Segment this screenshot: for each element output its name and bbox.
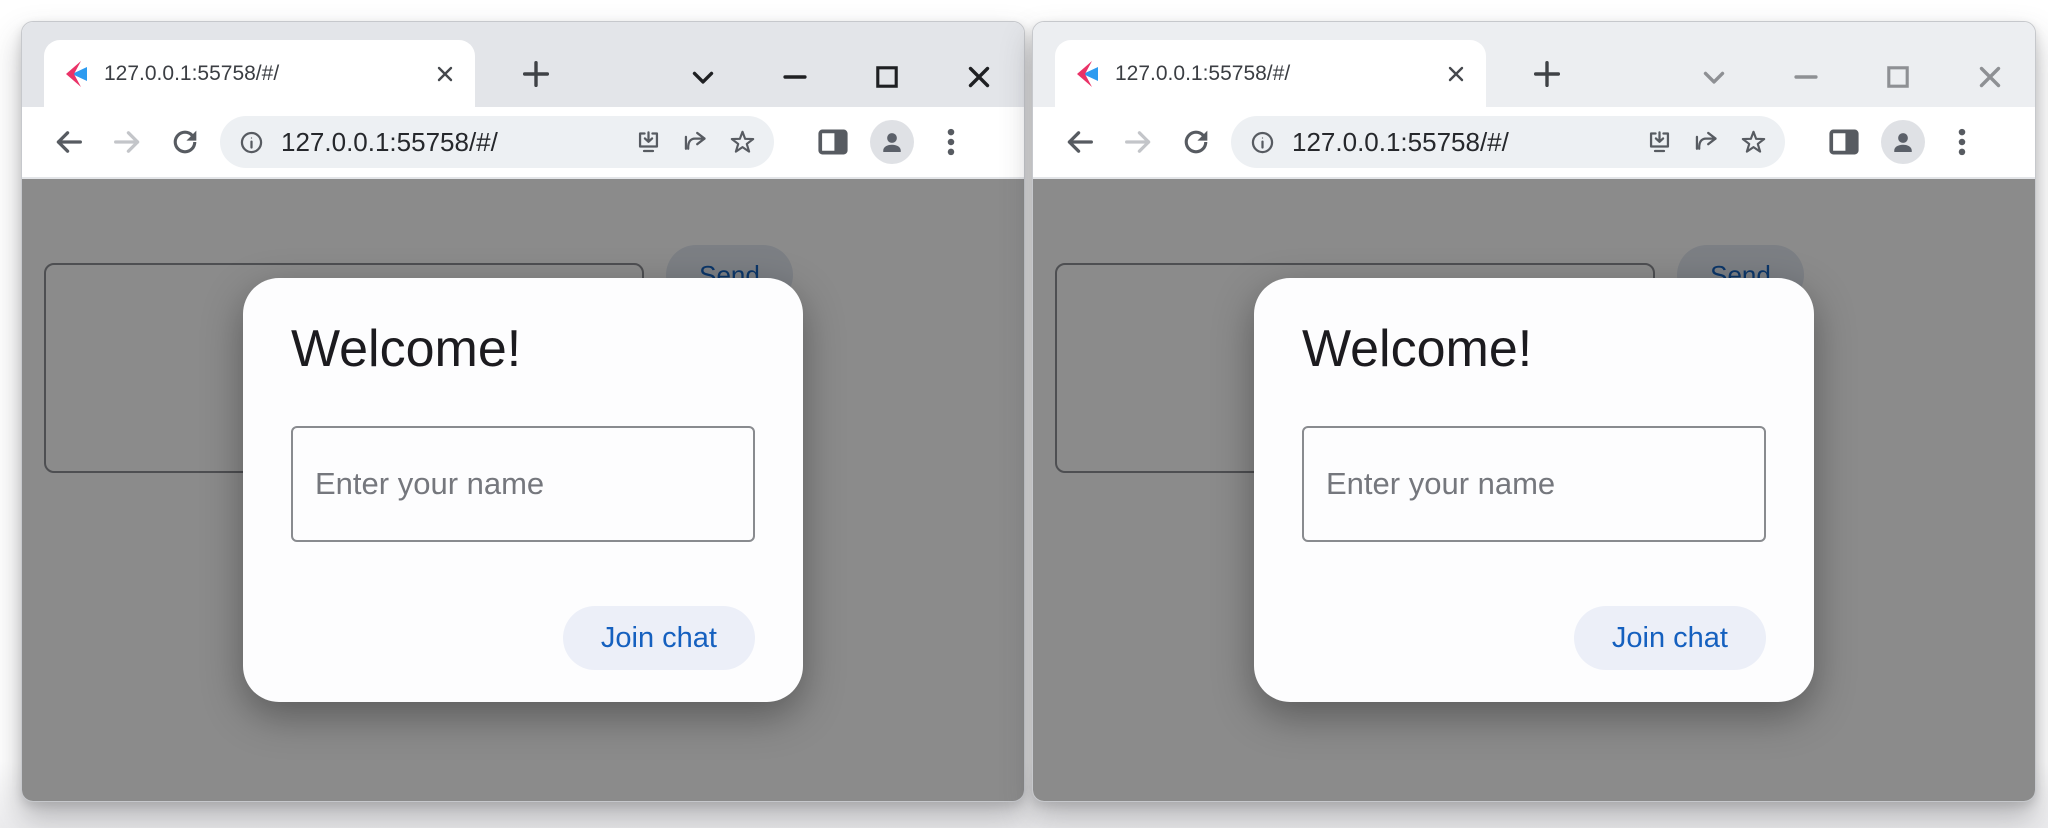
url-text[interactable]: 127.0.0.1:55758/#/ (281, 127, 635, 158)
share-icon[interactable] (682, 129, 709, 156)
back-icon[interactable] (52, 125, 86, 159)
site-favicon-icon (1073, 60, 1101, 88)
forward-icon[interactable] (110, 125, 144, 159)
toolbar-right-actions (816, 120, 968, 164)
tab-close-icon[interactable] (433, 62, 457, 86)
browser-tab[interactable]: 127.0.0.1:55758/#/ (1055, 40, 1486, 107)
tab-strip: 127.0.0.1:55758/#/ (22, 22, 1024, 107)
browser-window-left: 127.0.0.1:55758/#/ 127.0.0.1:55758/#/ (21, 21, 1025, 802)
tab-close-icon[interactable] (1444, 62, 1468, 86)
window-controls (686, 60, 996, 94)
profile-avatar-icon[interactable] (1881, 120, 1925, 164)
back-icon[interactable] (1063, 125, 1097, 159)
bookmark-star-icon[interactable] (729, 129, 756, 156)
url-text[interactable]: 127.0.0.1:55758/#/ (1292, 127, 1646, 158)
minimize-icon[interactable] (1789, 60, 1823, 94)
reload-icon[interactable] (168, 125, 202, 159)
new-tab-icon[interactable] (519, 57, 553, 91)
forward-icon[interactable] (1121, 125, 1155, 159)
address-bar[interactable]: 127.0.0.1:55758/#/ (1231, 116, 1785, 168)
address-bar[interactable]: 127.0.0.1:55758/#/ (220, 116, 774, 168)
window-close-icon[interactable] (962, 60, 996, 94)
share-icon[interactable] (1693, 129, 1720, 156)
name-input[interactable] (1302, 426, 1766, 542)
desktop: 127.0.0.1:55758/#/ 127.0.0.1:55758/#/ (0, 0, 2048, 828)
install-icon[interactable] (635, 129, 662, 156)
new-tab-icon[interactable] (1530, 57, 1564, 91)
info-icon[interactable] (238, 129, 265, 156)
address-bar-actions (635, 129, 756, 156)
toolbar-right-actions (1827, 120, 1979, 164)
tab-search-chevron-icon[interactable] (686, 60, 720, 94)
maximize-icon[interactable] (870, 60, 904, 94)
dialog-title: Welcome! (1302, 318, 1766, 380)
reload-icon[interactable] (1179, 125, 1213, 159)
page-content: Send Welcome! Join chat (1033, 179, 2035, 801)
welcome-dialog: Welcome! Join chat (1254, 278, 1814, 702)
tab-search-chevron-icon[interactable] (1697, 60, 1731, 94)
window-controls (1697, 60, 2007, 94)
maximize-icon[interactable] (1881, 60, 1915, 94)
info-icon[interactable] (1249, 129, 1276, 156)
join-chat-button[interactable]: Join chat (1574, 606, 1766, 670)
tab-title: 127.0.0.1:55758/#/ (104, 62, 433, 86)
side-panel-icon[interactable] (1827, 125, 1861, 159)
welcome-dialog: Welcome! Join chat (243, 278, 803, 702)
minimize-icon[interactable] (778, 60, 812, 94)
tab-title: 127.0.0.1:55758/#/ (1115, 62, 1444, 86)
side-panel-icon[interactable] (816, 125, 850, 159)
tab-strip: 127.0.0.1:55758/#/ (1033, 22, 2035, 107)
name-input[interactable] (291, 426, 755, 542)
site-favicon-icon (62, 60, 90, 88)
browser-toolbar: 127.0.0.1:55758/#/ (1033, 107, 2035, 179)
bookmark-star-icon[interactable] (1740, 129, 1767, 156)
kebab-menu-icon[interactable] (934, 125, 968, 159)
window-close-icon[interactable] (1973, 60, 2007, 94)
browser-window-right: 127.0.0.1:55758/#/ 127.0.0.1:55758/#/ (1032, 21, 2036, 802)
install-icon[interactable] (1646, 129, 1673, 156)
join-chat-button[interactable]: Join chat (563, 606, 755, 670)
page-content: Send Welcome! Join chat (22, 179, 1024, 801)
browser-toolbar: 127.0.0.1:55758/#/ (22, 107, 1024, 179)
profile-avatar-icon[interactable] (870, 120, 914, 164)
address-bar-actions (1646, 129, 1767, 156)
kebab-menu-icon[interactable] (1945, 125, 1979, 159)
browser-tab[interactable]: 127.0.0.1:55758/#/ (44, 40, 475, 107)
dialog-title: Welcome! (291, 318, 755, 380)
